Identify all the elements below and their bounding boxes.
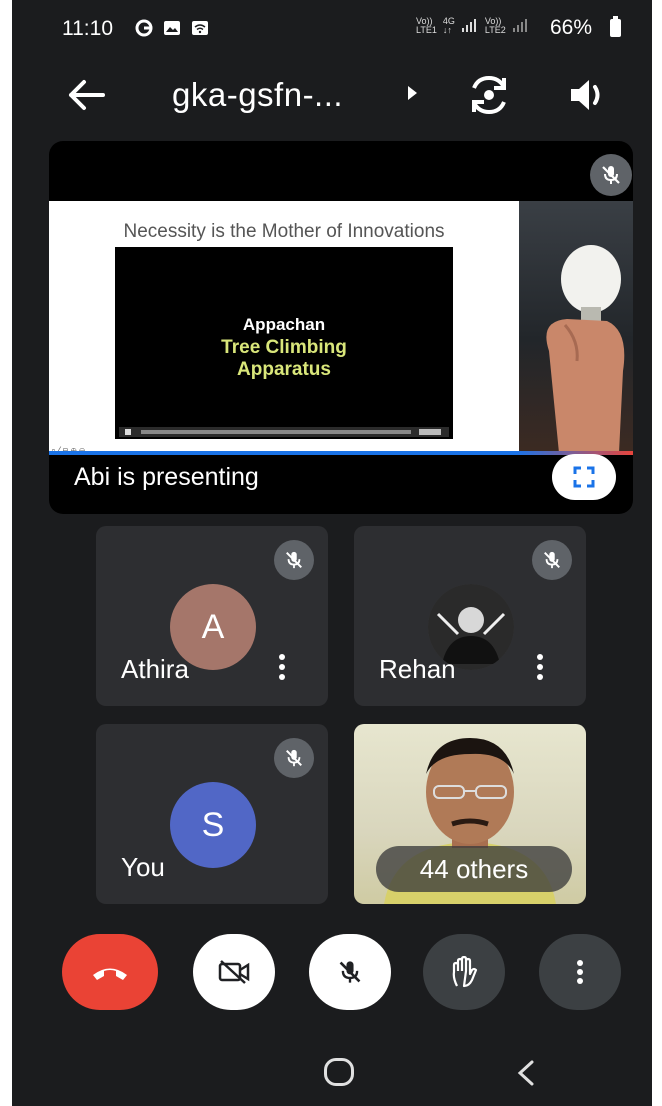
mic-off-icon <box>274 540 314 580</box>
raise-hand-icon <box>452 956 478 988</box>
mic-off-icon <box>274 738 314 778</box>
presentation-divider <box>49 451 633 455</box>
speaker-icon[interactable] <box>568 76 608 114</box>
slide-video: Appachan Tree Climbing Apparatus <box>115 247 453 439</box>
video-title-line-2: Tree Climbing <box>221 337 347 358</box>
battery-icon <box>610 16 621 37</box>
camera-off-icon <box>218 960 250 984</box>
participant-tile-you[interactable]: S You <box>96 724 328 904</box>
camera-switch-icon[interactable] <box>466 74 512 116</box>
meeting-header: gka-gsfn-... <box>12 60 652 130</box>
network-2: 4G ↓↑ <box>442 16 455 35</box>
raise-hand-button[interactable] <box>423 934 505 1010</box>
wifi-icon <box>190 18 210 38</box>
video-title-line-3: Apparatus <box>237 359 331 380</box>
participant-name: Athira <box>121 654 189 684</box>
participant-name: Rehan <box>379 654 456 684</box>
more-vert-icon <box>577 960 583 984</box>
battery-percent: 66% <box>550 16 593 39</box>
video-controls <box>119 427 449 437</box>
end-call-button[interactable] <box>62 934 158 1010</box>
more-options-icon[interactable] <box>276 654 288 686</box>
meeting-code[interactable]: gka-gsfn-... <box>172 76 343 114</box>
google-icon <box>134 18 154 38</box>
camera-toggle-button[interactable] <box>193 934 275 1010</box>
back-arrow-icon[interactable] <box>67 78 107 112</box>
more-options-button[interactable] <box>539 934 621 1010</box>
others-tile[interactable]: 44 others <box>354 724 586 904</box>
presenter-label: Abi is presenting <box>74 463 259 491</box>
more-options-icon[interactable] <box>534 654 546 686</box>
fullscreen-button[interactable] <box>552 454 616 500</box>
signal-icon-2 <box>512 19 527 32</box>
mic-off-icon <box>532 540 572 580</box>
network-3: Vo)) LTE2 <box>484 16 506 35</box>
avatar: S <box>170 782 256 868</box>
mic-off-icon <box>590 154 632 196</box>
phone-screen: 11:10 Vo)) LTE1 4G ↓↑ Vo)) LTE2 66% gka-gs <box>12 0 652 1106</box>
shared-slide: Necessity is the Mother of Innovations A… <box>49 201 519 455</box>
mic-off-icon <box>339 961 361 983</box>
others-count-badge: 44 others <box>376 846 572 892</box>
lightbulb-image <box>519 201 633 453</box>
participant-tile-rehan[interactable]: Rehan <box>354 526 586 706</box>
video-extra-controls <box>419 429 441 435</box>
network-1: Vo)) LTE1 <box>416 16 437 35</box>
hang-up-icon <box>93 968 127 980</box>
presentation-tile[interactable]: Necessity is the Mother of Innovations A… <box>49 141 633 514</box>
status-left-icons <box>134 18 210 38</box>
home-nav-icon[interactable] <box>324 1058 354 1086</box>
video-title-line-1: Appachan <box>242 315 326 334</box>
status-bar: 11:10 Vo)) LTE1 4G ↓↑ Vo)) LTE2 66% <box>12 0 652 56</box>
signal-icon <box>461 19 476 32</box>
status-time: 11:10 <box>62 17 113 40</box>
video-seek-track <box>141 430 411 434</box>
back-nav-icon[interactable] <box>512 1058 542 1088</box>
network-indicators: Vo)) LTE1 4G ↓↑ Vo)) LTE2 <box>416 17 530 35</box>
gallery-icon <box>162 18 182 38</box>
participant-name: You <box>121 852 165 882</box>
fullscreen-icon <box>573 466 595 488</box>
caret-right-icon[interactable] <box>408 86 417 100</box>
participant-tile-athira[interactable]: A Athira <box>96 526 328 706</box>
slide-title: Necessity is the Mother of Innovations <box>123 221 445 242</box>
mic-toggle-button[interactable] <box>309 934 391 1010</box>
pause-icon <box>125 429 131 435</box>
